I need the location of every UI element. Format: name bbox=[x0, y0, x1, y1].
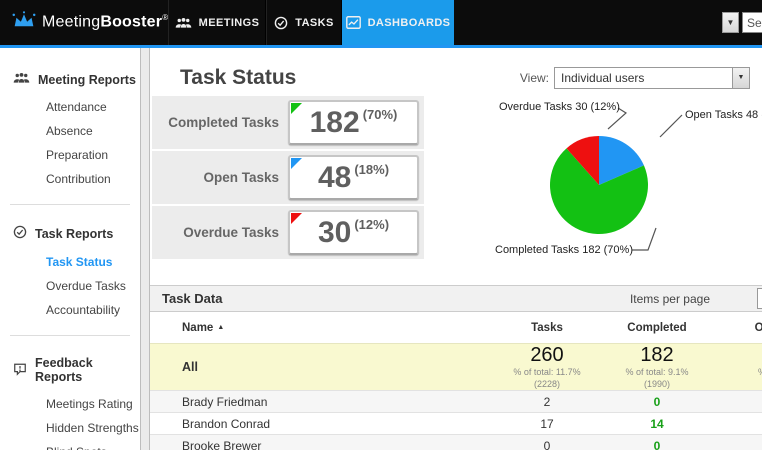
column-header-overdue[interactable]: Overdue bbox=[712, 322, 762, 334]
summary-tasks: 260 % of total: 11.7% (2228) bbox=[513, 344, 581, 389]
task-stats-panel: Completed Tasks 182 (70%) Open Tasks 48 … bbox=[152, 96, 424, 259]
sidebar-item-absence[interactable]: Absence bbox=[0, 119, 140, 143]
sidebar-item-attendance[interactable]: Attendance bbox=[0, 95, 140, 119]
sidebar: Meeting Reports Attendance Absence Prepa… bbox=[0, 48, 141, 450]
pie-label-completed: Completed Tasks 182 (70%) bbox=[495, 244, 633, 256]
table-row[interactable]: Brandon Conrad 17 14 bbox=[150, 412, 762, 434]
crown-logo-icon bbox=[12, 11, 36, 34]
chevron-down-icon: ▼ bbox=[732, 67, 749, 88]
chart-icon bbox=[345, 16, 361, 29]
stat-value-box: 182 (70%) bbox=[288, 100, 419, 145]
check-circle-icon bbox=[274, 16, 288, 30]
section-title: Task Data bbox=[162, 291, 223, 306]
sort-asc-icon: ▲ bbox=[217, 323, 225, 331]
sidebar-section-task-reports: Task Reports bbox=[0, 225, 140, 242]
corner-flag-green bbox=[291, 103, 302, 114]
view-dropdown[interactable]: Individual users ▼ bbox=[554, 66, 750, 89]
summary-row-all[interactable]: All 260 % of total: 11.7% (2228) 182 % o… bbox=[150, 343, 762, 390]
task-status-pie-chart: Overdue Tasks 30 (12%) Open Tasks 48 (18… bbox=[472, 96, 762, 264]
stat-completed-tasks: Completed Tasks 182 (70%) bbox=[152, 96, 424, 149]
task-data-table: Name▲ Tasks Completed Overdue All 260 % … bbox=[150, 312, 762, 450]
table-row[interactable]: Brooke Brewer 0 0 bbox=[150, 434, 762, 450]
sidebar-item-overdue-tasks[interactable]: Overdue Tasks bbox=[0, 274, 140, 298]
people-icon bbox=[13, 72, 30, 87]
items-per-page-label: Items per page bbox=[629, 291, 710, 306]
page-title: Task Status bbox=[180, 65, 297, 89]
search-input[interactable] bbox=[742, 12, 762, 33]
navbar-right-controls: ▼ bbox=[722, 12, 762, 33]
sidebar-gutter bbox=[141, 48, 150, 450]
view-selected-value: Individual users bbox=[561, 70, 645, 85]
main-content: Task Status View: Individual users ▼ Com… bbox=[150, 48, 762, 450]
sidebar-divider bbox=[10, 335, 130, 336]
sidebar-divider bbox=[10, 204, 130, 205]
view-label: View: bbox=[519, 70, 549, 85]
stat-value-box: 48 (18%) bbox=[288, 155, 419, 200]
sidebar-item-hidden-strengths[interactable]: Hidden Strengths bbox=[0, 416, 140, 440]
feedback-bubble-icon bbox=[13, 362, 27, 379]
pie-label-open: Open Tasks 48 (18%) bbox=[685, 109, 762, 121]
sidebar-item-accountability[interactable]: Accountability bbox=[0, 298, 140, 322]
table-row[interactable]: Brady Friedman 2 0 bbox=[150, 390, 762, 412]
people-icon bbox=[175, 17, 192, 29]
brand-name: MeetingBooster® bbox=[42, 13, 169, 31]
tab-tasks[interactable]: TASKS bbox=[266, 0, 342, 45]
corner-flag-red bbox=[291, 213, 302, 224]
top-navbar: MeetingBooster® MEETINGS TASKS DASHBOARD… bbox=[0, 0, 762, 45]
column-header-tasks[interactable]: Tasks bbox=[492, 322, 602, 334]
tab-label: TASKS bbox=[295, 16, 334, 29]
sidebar-item-preparation[interactable]: Preparation bbox=[0, 143, 140, 167]
corner-flag-blue bbox=[291, 158, 302, 169]
pie-label-overdue: Overdue Tasks 30 (12%) bbox=[499, 101, 620, 113]
table-header-row: Name▲ Tasks Completed Overdue bbox=[150, 312, 762, 343]
main-navigation: MEETINGS TASKS DASHBOARDS bbox=[168, 0, 454, 45]
tab-meetings[interactable]: MEETINGS bbox=[168, 0, 266, 45]
stat-open-tasks: Open Tasks 48 (18%) bbox=[152, 151, 424, 204]
sidebar-item-contribution[interactable]: Contribution bbox=[0, 167, 140, 191]
stat-value-box: 30 (12%) bbox=[288, 210, 419, 255]
task-data-section-bar: Task Data Items per page bbox=[150, 285, 762, 312]
stat-overdue-tasks: Overdue Tasks 30 (12%) bbox=[152, 206, 424, 259]
view-control: View: Individual users ▼ bbox=[519, 66, 750, 89]
chevron-down-icon: ▼ bbox=[726, 18, 735, 27]
column-header-completed[interactable]: Completed bbox=[602, 322, 712, 334]
check-circle-icon bbox=[13, 225, 27, 242]
app-logo[interactable]: MeetingBooster® bbox=[12, 0, 168, 45]
sidebar-item-task-status[interactable]: Task Status bbox=[0, 250, 140, 274]
sidebar-section-meeting-reports: Meeting Reports bbox=[0, 72, 140, 87]
sidebar-section-feedback-reports: Feedback Reports bbox=[0, 356, 140, 384]
search-scope-dropdown[interactable]: ▼ bbox=[722, 12, 739, 33]
sidebar-item-meetings-rating[interactable]: Meetings Rating bbox=[0, 392, 140, 416]
tab-dashboards[interactable]: DASHBOARDS bbox=[342, 0, 454, 45]
items-per-page-dropdown[interactable] bbox=[757, 288, 762, 309]
tab-label: DASHBOARDS bbox=[367, 16, 451, 29]
pie-chart-svg bbox=[550, 107, 683, 251]
summary-overdue: % of total: bbox=[712, 345, 762, 389]
column-header-name[interactable]: Name ▲ bbox=[150, 322, 492, 334]
tab-label: MEETINGS bbox=[198, 16, 260, 29]
summary-completed: 182 % of total: 9.1% (1990) bbox=[625, 344, 689, 389]
sidebar-item-blind-spots[interactable]: Blind Spots bbox=[0, 440, 140, 450]
